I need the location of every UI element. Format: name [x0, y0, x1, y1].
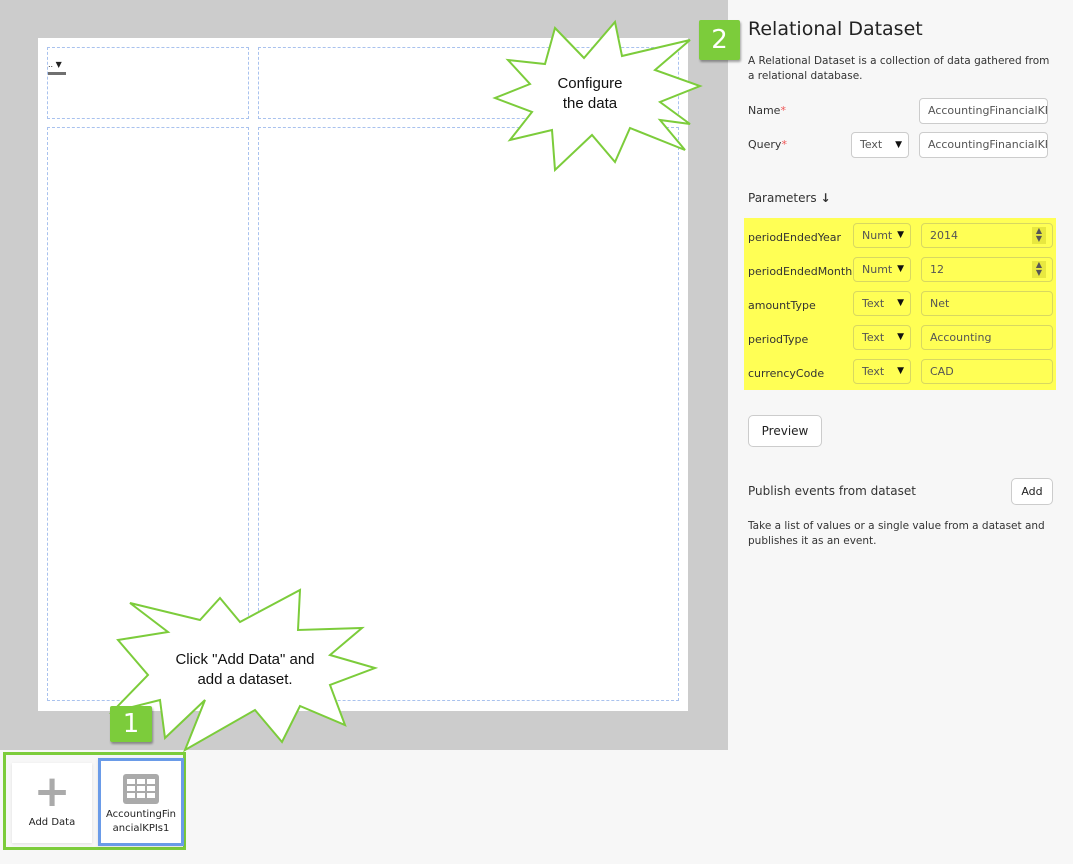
- publish-description: Take a list of values or a single value …: [748, 520, 1045, 547]
- callout-2-text: Configure the data: [557, 75, 623, 112]
- parameter-name: periodEndedYear: [748, 231, 841, 244]
- step-badge-1: 1: [110, 706, 152, 742]
- sort-down-icon[interactable]: ↓: [821, 191, 831, 205]
- parameter-value-input[interactable]: Net: [921, 291, 1053, 316]
- query-type-select[interactable]: Text ▼: [851, 132, 909, 158]
- caret-down-icon: ▼: [897, 332, 904, 342]
- name-label: Name*: [748, 104, 786, 117]
- dataset-tile[interactable]: AccountingFinancialKPIs1: [98, 758, 184, 846]
- panel-description: A Relational Dataset is a collection of …: [748, 55, 1050, 82]
- callout-1-text: Click "Add Data" and add a dataset.: [175, 651, 315, 688]
- parameters-list: periodEndedYear Numt ▼ 2014 ▲ ▼ periodEndedM…: [744, 218, 1056, 390]
- panel-title: Relational Dataset: [748, 18, 923, 40]
- caret-down-icon: ▼: [895, 140, 902, 150]
- mini-widget[interactable]: .. ▼: [48, 60, 66, 75]
- parameter-value-input[interactable]: 12 ▲ ▼: [921, 257, 1053, 282]
- mini-widget-text: ..: [48, 60, 54, 69]
- caret-down-icon: ▼: [897, 264, 904, 274]
- parameter-type-select[interactable]: Numt ▼: [853, 257, 911, 282]
- layout-cell[interactable]: [258, 127, 679, 701]
- preview-button[interactable]: Preview: [748, 415, 822, 447]
- query-label: Query*: [748, 138, 787, 151]
- caret-down-icon: ▼: [55, 60, 62, 69]
- parameter-type-select[interactable]: Text ▼: [853, 325, 911, 350]
- table-icon: [123, 774, 159, 804]
- caret-down-icon: ▼: [897, 366, 904, 376]
- layout-cell[interactable]: [47, 47, 249, 119]
- step-badge-2: 2: [699, 20, 740, 60]
- parameter-value-input[interactable]: CAD: [921, 359, 1053, 384]
- add-event-button[interactable]: Add: [1011, 478, 1053, 505]
- name-input[interactable]: AccountingFinancialKP: [919, 98, 1048, 124]
- spinner-icon[interactable]: ▲ ▼: [1032, 261, 1046, 278]
- parameter-type-select[interactable]: Text ▼: [853, 291, 911, 316]
- mini-bar: [48, 72, 66, 75]
- parameter-name: periodType: [748, 333, 809, 346]
- query-input[interactable]: AccountingFinancialKP: [919, 132, 1048, 158]
- parameters-label: Parameters ↓: [748, 191, 831, 205]
- parameter-name: periodEndedMonth: [748, 265, 853, 278]
- publish-label: Publish events from dataset: [748, 484, 916, 498]
- parameter-value-input[interactable]: Accounting: [921, 325, 1053, 350]
- spinner-icon[interactable]: ▲ ▼: [1032, 227, 1046, 244]
- properties-panel: Relational Dataset A Relational Dataset …: [728, 0, 1073, 864]
- add-data-button[interactable]: + Add Data: [12, 763, 92, 843]
- parameter-name: currencyCode: [748, 367, 825, 380]
- caret-down-icon: ▼: [897, 230, 904, 240]
- caret-down-icon: ▼: [897, 298, 904, 308]
- parameter-name: amountType: [748, 299, 816, 312]
- parameter-value-input[interactable]: 2014 ▲ ▼: [921, 223, 1053, 248]
- dataset-tray: + Add Data AccountingFinancialKPIs1: [3, 752, 186, 850]
- parameter-type-select[interactable]: Numt ▼: [853, 223, 911, 248]
- layout-cell[interactable]: [47, 127, 249, 701]
- plus-icon: +: [33, 766, 71, 817]
- parameter-type-select[interactable]: Text ▼: [853, 359, 911, 384]
